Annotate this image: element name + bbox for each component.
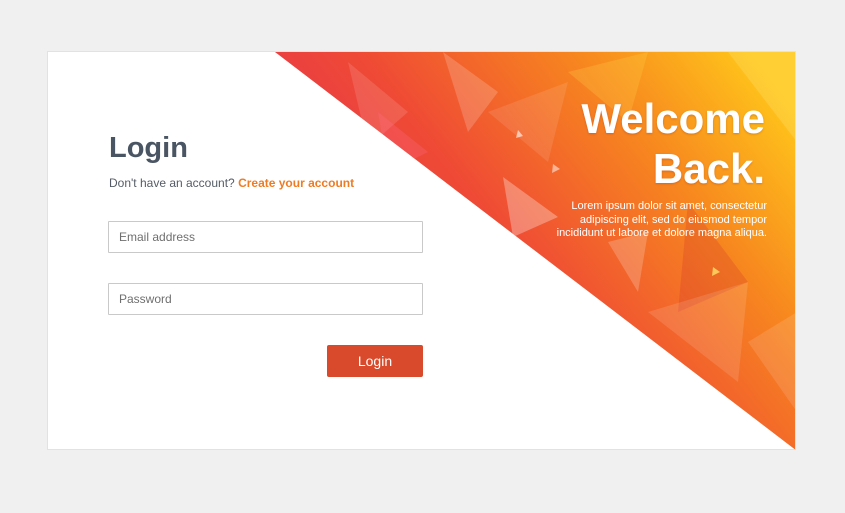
signup-prompt: Don't have an account? Create your accou… bbox=[109, 176, 354, 190]
welcome-title-line-2: Back. bbox=[652, 145, 765, 192]
login-form: Login Don't have an account? Create your… bbox=[108, 52, 428, 449]
login-title: Login bbox=[109, 132, 188, 164]
password-field[interactable] bbox=[108, 283, 423, 315]
no-account-text: Don't have an account? bbox=[109, 176, 235, 190]
login-button[interactable]: Login bbox=[327, 345, 423, 377]
login-card: Login Don't have an account? Create your… bbox=[47, 51, 796, 450]
welcome-description: Lorem ipsum dolor sit amet, consectetur … bbox=[556, 200, 767, 239]
welcome-title-line-1: Welcome bbox=[581, 95, 765, 142]
create-account-link[interactable]: Create your account bbox=[238, 176, 354, 190]
email-field[interactable] bbox=[108, 221, 423, 253]
welcome-title: Welcome Back. bbox=[581, 94, 765, 194]
